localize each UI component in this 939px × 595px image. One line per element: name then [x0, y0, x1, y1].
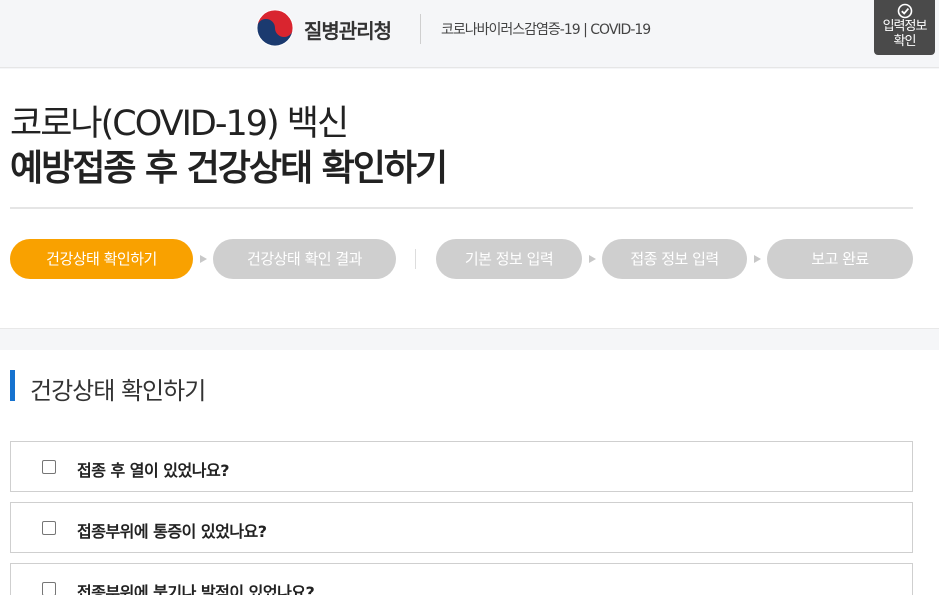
section-title: 건강상태 확인하기 [30, 377, 206, 405]
question-text: 접종 후 열이 있었나요? [77, 461, 229, 480]
question-checkbox[interactable] [42, 460, 56, 474]
step-arrow-icon [589, 255, 596, 263]
header-divider [420, 14, 421, 44]
step-label: 건강상태 확인하기 [46, 250, 157, 268]
confirm-input-info-button[interactable]: 입력정보 확인 [874, 0, 935, 55]
step-divider [415, 249, 416, 269]
question-checkbox[interactable] [42, 582, 56, 595]
question-text: 접종부위에 통증이 있었나요? [77, 522, 267, 541]
step-health-check-result: 건강상태 확인 결과 [213, 239, 396, 279]
question-swelling-redness[interactable]: 접종부위에 붓기나 발적이 있었나요? [10, 563, 913, 595]
site-header: 질병관리청 코로나바이러스감염증-19 | COVID-19 입력정보 확인 [0, 0, 939, 68]
check-circle-icon [897, 3, 912, 19]
question-injection-site-pain[interactable]: 접종부위에 통증이 있었나요? [10, 502, 913, 553]
step-vaccination-info: 접종 정보 입력 [602, 239, 747, 279]
header-subtitle: 코로나바이러스감염증-19 | COVID-19 [441, 22, 651, 38]
step-arrow-icon [754, 255, 761, 263]
step-basic-info: 기본 정보 입력 [436, 239, 582, 279]
agency-name: 질병관리청 [304, 19, 392, 43]
confirm-button-label-line2: 확인 [893, 34, 917, 49]
question-checkbox[interactable] [42, 521, 56, 535]
intro-panel: 코로나(COVID-19) 백신 예방접종 후 건강상태 확인하기 건강상태 확… [0, 69, 939, 329]
question-panel: 건강상태 확인하기 접종 후 열이 있었나요? 접종부위에 통증이 있었나요? … [0, 350, 939, 595]
question-fever[interactable]: 접종 후 열이 있었나요? [10, 441, 913, 492]
confirm-button-label-line1: 입력정보 [882, 19, 928, 34]
step-label: 보고 완료 [811, 250, 869, 268]
title-divider [10, 207, 913, 209]
section-accent-bar [10, 370, 15, 401]
page-title-line2: 예방접종 후 건강상태 확인하기 [10, 148, 448, 189]
step-health-check: 건강상태 확인하기 [10, 239, 193, 279]
step-arrow-icon [200, 255, 207, 263]
question-text: 접종부위에 붓기나 발적이 있었나요? [77, 583, 315, 595]
step-label: 건강상태 확인 결과 [247, 250, 362, 268]
step-label: 접종 정보 입력 [630, 250, 719, 268]
government-emblem-icon [256, 9, 294, 47]
step-label: 기본 정보 입력 [464, 250, 554, 268]
step-report-complete: 보고 완료 [767, 239, 913, 279]
